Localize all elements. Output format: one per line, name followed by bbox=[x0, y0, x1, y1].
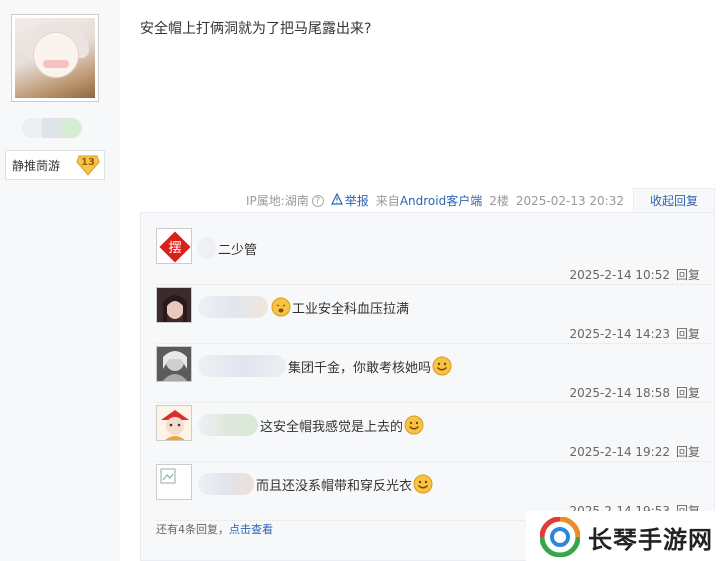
post-content: 安全帽上打俩洞就为了把马尾露出来? bbox=[140, 21, 372, 37]
reply-text: 工业安全科血压拉满 bbox=[292, 301, 410, 317]
reply-avatar[interactable] bbox=[156, 287, 192, 323]
reply-time: 2025-2-14 19:22 bbox=[569, 445, 670, 459]
ip-location: IP属地:湖南 bbox=[245, 194, 309, 208]
post-meta: IP属地:湖南 ? 举报 来自 Android客户端 2楼 2025-02-13… bbox=[0, 188, 725, 214]
reply-item: 集团千金，你敢考核她吗 2025-2-14 18:58 回复 bbox=[156, 344, 711, 403]
reply-button[interactable]: 回复 bbox=[676, 445, 700, 459]
reply-username-blurred[interactable] bbox=[198, 473, 254, 495]
report-link[interactable]: 举报 bbox=[330, 192, 369, 209]
reply-item: 这安全帽我感觉是上去的 2025-2-14 19:22 回复 bbox=[156, 403, 711, 462]
view-more-link[interactable]: 点击查看 bbox=[229, 523, 273, 536]
reply-button[interactable]: 回复 bbox=[676, 268, 700, 282]
reply-button[interactable]: 回复 bbox=[676, 386, 700, 400]
avatar-image bbox=[15, 18, 95, 98]
svg-text:摆: 摆 bbox=[168, 241, 181, 256]
reply-username-blurred[interactable] bbox=[198, 296, 268, 318]
smile-emoji-icon bbox=[413, 474, 433, 494]
source-link[interactable]: Android客户端 bbox=[400, 192, 482, 209]
level-name: 静推茼游 bbox=[12, 159, 61, 173]
emoji-icon bbox=[271, 297, 291, 317]
reply-avatar[interactable]: 摆 bbox=[156, 228, 192, 264]
reply-avatar[interactable] bbox=[156, 346, 192, 382]
help-icon[interactable]: ? bbox=[311, 194, 324, 207]
smile-emoji-icon bbox=[404, 415, 424, 435]
warning-icon bbox=[330, 193, 343, 205]
reply-item: 工业安全科血压拉满 2025-2-14 14:23 回复 bbox=[156, 285, 711, 344]
reply-text: 二少管 bbox=[218, 242, 258, 258]
watermark-logo-icon bbox=[540, 517, 580, 557]
floor-number: 2楼 bbox=[489, 194, 509, 208]
forum-level-box[interactable]: 静推茼游 13 bbox=[5, 150, 105, 180]
author-column: 静推茼游 13 bbox=[0, 0, 120, 561]
reply-username-blurred[interactable] bbox=[198, 237, 216, 259]
author-name-blurred[interactable] bbox=[22, 118, 82, 138]
reply-time: 2025-2-14 18:58 bbox=[569, 386, 670, 400]
reply-button[interactable]: 回复 bbox=[676, 327, 700, 341]
level-badge-icon: 13 bbox=[75, 153, 101, 177]
reply-text: 集团千金，你敢考核她吗 bbox=[288, 360, 432, 376]
reply-box: 摆 二少管 2025-2-14 10:52 回复 工业安全科血压拉满 2025-… bbox=[140, 212, 715, 561]
source-prefix: 来自 bbox=[375, 194, 400, 208]
reply-text: 而且还没系帽带和穿反光衣 bbox=[256, 478, 413, 494]
reply-username-blurred[interactable] bbox=[198, 414, 258, 436]
post-datetime: 2025-02-13 20:32 bbox=[515, 193, 624, 208]
author-avatar[interactable] bbox=[11, 14, 99, 102]
more-replies: 还有4条回复，点击查看 bbox=[156, 521, 273, 537]
report-label: 举报 bbox=[344, 194, 369, 208]
reply-item: 摆 二少管 2025-2-14 10:52 回复 bbox=[156, 226, 711, 285]
more-replies-text: 还有4条回复， bbox=[156, 523, 229, 536]
watermark-text: 长琴手游网 bbox=[588, 526, 713, 554]
smile-emoji-icon bbox=[432, 356, 452, 376]
reply-avatar-broken-image-icon[interactable] bbox=[156, 464, 192, 500]
site-watermark: 长琴手游网 bbox=[526, 511, 725, 561]
collapse-replies-button[interactable]: 收起回复 bbox=[633, 188, 715, 214]
reply-username-blurred[interactable] bbox=[198, 355, 286, 377]
reply-time: 2025-2-14 10:52 bbox=[569, 268, 670, 282]
reply-text: 这安全帽我感觉是上去的 bbox=[260, 419, 404, 435]
reply-avatar[interactable] bbox=[156, 405, 192, 441]
reply-time: 2025-2-14 14:23 bbox=[569, 327, 670, 341]
level-number: 13 bbox=[81, 157, 95, 168]
